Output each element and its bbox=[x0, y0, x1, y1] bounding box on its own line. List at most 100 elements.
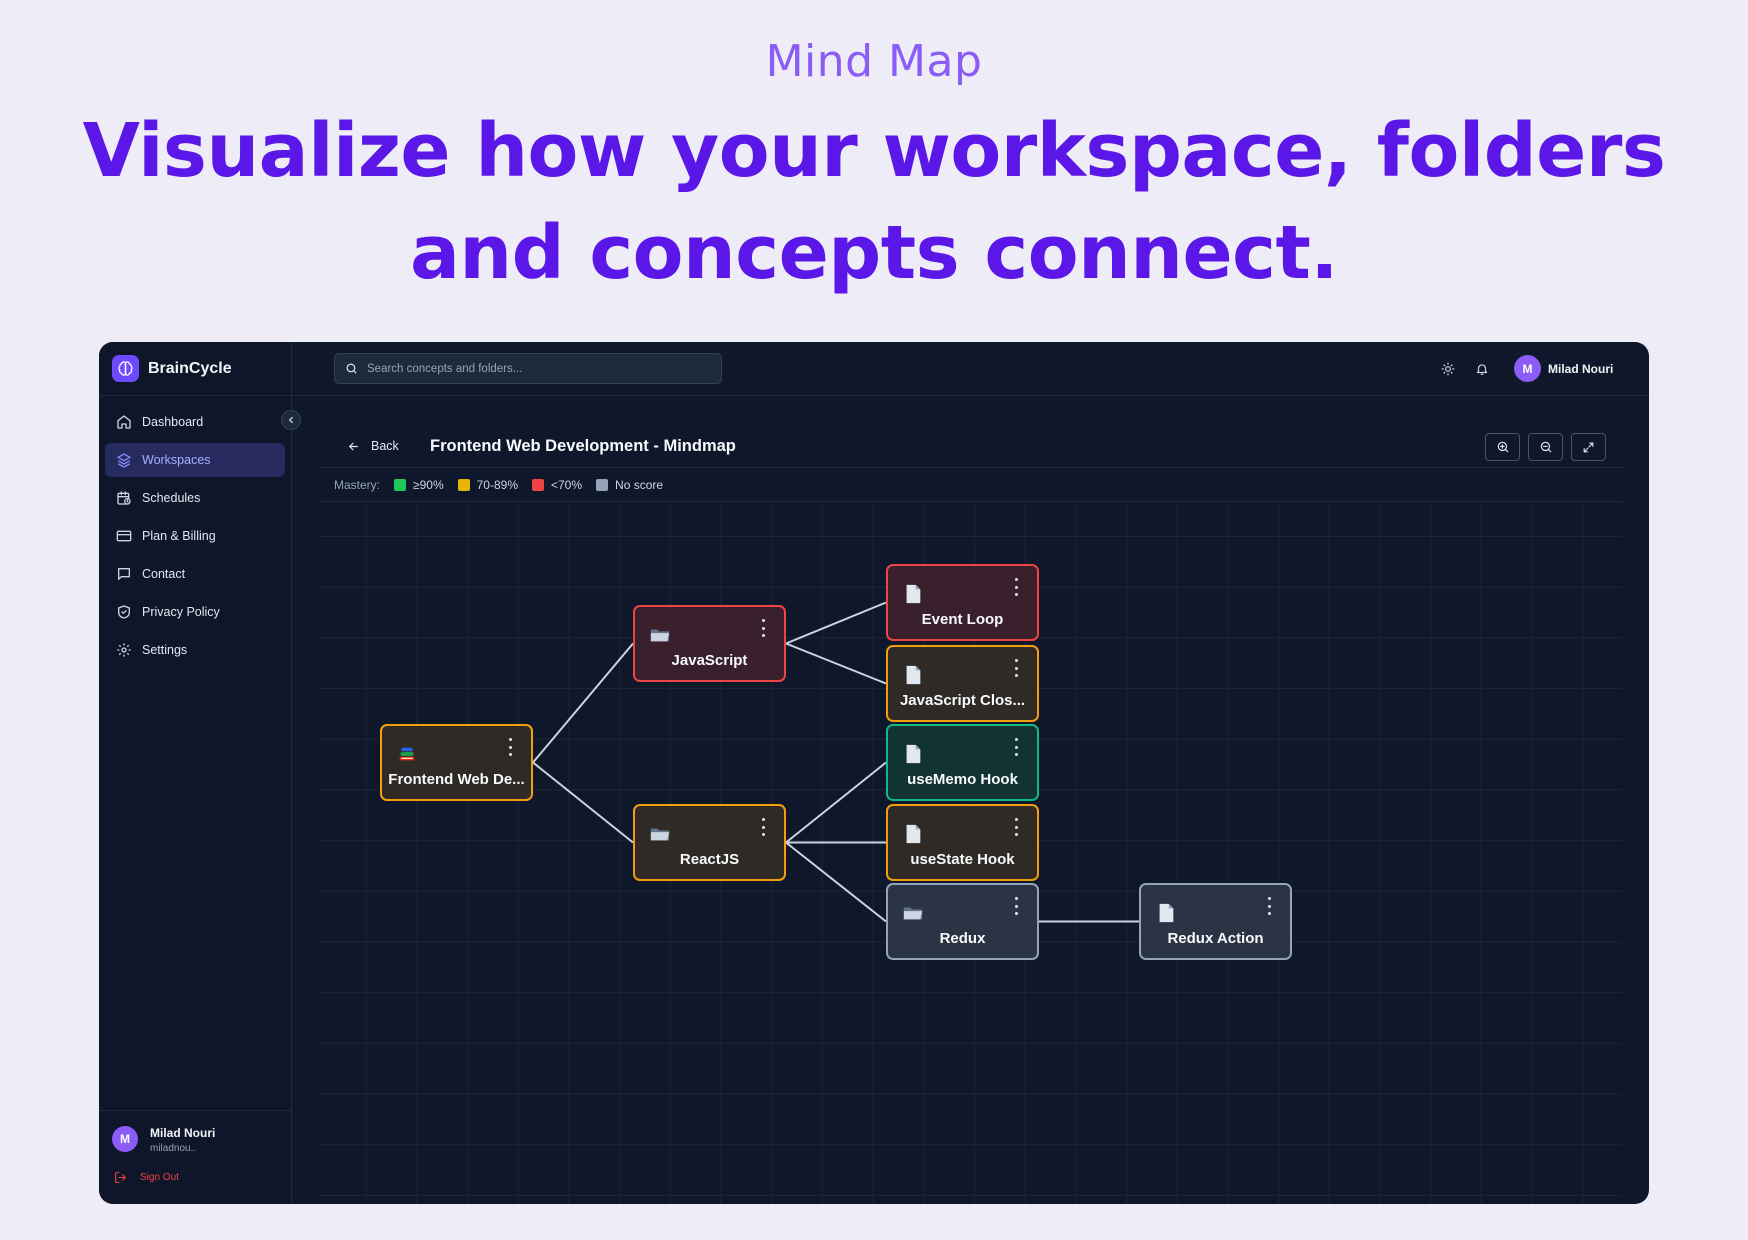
node-label: JavaScript Clos... bbox=[899, 692, 1026, 709]
bell-icon bbox=[1476, 364, 1488, 375]
edge-react-redux bbox=[785, 841, 887, 923]
mindmap-node-eventloop[interactable]: Event Loop bbox=[886, 564, 1039, 641]
user-menu[interactable]: M Milad Nouri bbox=[1514, 355, 1613, 382]
node-menu-icon[interactable] bbox=[1013, 659, 1019, 677]
document-icon bbox=[902, 583, 924, 605]
zoom-in-button[interactable] bbox=[1485, 433, 1520, 461]
avatar: M bbox=[1514, 355, 1541, 382]
sidebar-item-dashboard[interactable]: Dashboard bbox=[105, 405, 285, 439]
sidebar-item-contact[interactable]: Contact bbox=[105, 557, 285, 591]
sidebar-nav: Dashboard Workspaces Schedules Plan & Bi… bbox=[105, 405, 285, 671]
mastery-legend: Mastery: ≥90% 70-89% <70% No score bbox=[319, 469, 1622, 502]
node-label: Event Loop bbox=[921, 611, 1004, 628]
legend-item-high: ≥90% bbox=[394, 478, 444, 492]
notifications-button[interactable] bbox=[1474, 361, 1490, 377]
node-label: Frontend Web De... bbox=[388, 771, 525, 788]
sidebar-item-workspaces[interactable]: Workspaces bbox=[105, 443, 285, 477]
legend-label: No score bbox=[615, 478, 664, 492]
arrow-left-icon bbox=[348, 442, 358, 450]
calendar-clock-icon bbox=[117, 491, 131, 505]
node-label: Redux Action bbox=[1167, 930, 1264, 947]
legend-item-none: No score bbox=[596, 478, 663, 492]
document-icon bbox=[1155, 902, 1177, 924]
logout-icon bbox=[115, 1172, 127, 1183]
edge-root-react bbox=[532, 761, 634, 844]
topbar: M Milad Nouri bbox=[292, 342, 1649, 396]
app-window: BrainCycle Dashboard Workspaces Schedule… bbox=[99, 342, 1649, 1204]
back-label: Back bbox=[371, 439, 399, 453]
mindmap-node-js[interactable]: JavaScript bbox=[633, 605, 786, 682]
search-box[interactable] bbox=[334, 353, 722, 384]
sidebar-item-label: Contact bbox=[142, 567, 186, 581]
legend-item-low: <70% bbox=[532, 478, 582, 492]
node-label: JavaScript bbox=[671, 652, 748, 669]
legend-label: ≥90% bbox=[413, 478, 444, 492]
mindmap-node-closures[interactable]: JavaScript Clos... bbox=[886, 645, 1039, 722]
page-title: Frontend Web Development - Mindmap bbox=[430, 437, 736, 455]
search-icon bbox=[346, 363, 357, 374]
legend-label: 70-89% bbox=[476, 478, 518, 492]
sidebar-item-privacy-policy[interactable]: Privacy Policy bbox=[105, 595, 285, 629]
sidebar-item-label: Plan & Billing bbox=[142, 529, 216, 543]
hero-eyebrow: Mind Map bbox=[765, 36, 983, 87]
theme-toggle-button[interactable] bbox=[1440, 361, 1456, 377]
node-menu-icon[interactable] bbox=[1266, 897, 1272, 915]
node-label: Redux bbox=[939, 930, 986, 947]
sidebar-item-settings[interactable]: Settings bbox=[105, 633, 285, 667]
folder-icon bbox=[649, 624, 671, 646]
node-menu-icon[interactable] bbox=[760, 818, 766, 836]
edge-root-js bbox=[532, 642, 634, 764]
layers-icon bbox=[117, 453, 131, 468]
mindmap-node-root[interactable]: Frontend Web De... bbox=[380, 724, 533, 801]
home-icon bbox=[117, 415, 131, 429]
mindmap-canvas[interactable]: Frontend Web De... JavaScript ReactJS Event… bbox=[319, 504, 1622, 1204]
shield-check-icon bbox=[118, 605, 130, 619]
document-icon bbox=[902, 823, 924, 845]
mindmap-node-usememo[interactable]: useMemo Hook bbox=[886, 724, 1039, 801]
node-menu-icon[interactable] bbox=[1013, 897, 1019, 915]
sidebar-item-label: Workspaces bbox=[142, 453, 211, 467]
hero-headline: Visualize how your workspace, folders an… bbox=[82, 108, 1666, 296]
search-input[interactable] bbox=[367, 362, 707, 375]
node-menu-icon[interactable] bbox=[760, 619, 766, 637]
message-icon bbox=[118, 568, 130, 580]
zoom-out-button[interactable] bbox=[1528, 433, 1563, 461]
node-menu-icon[interactable] bbox=[1013, 578, 1019, 596]
collapse-sidebar-button[interactable] bbox=[281, 410, 301, 430]
brand-name: BrainCycle bbox=[148, 359, 232, 377]
node-label: useMemo Hook bbox=[907, 771, 1018, 788]
main-content: Back Frontend Web Development - Mindmap … bbox=[319, 396, 1622, 1204]
sign-out-button[interactable]: Sign Out bbox=[114, 1171, 179, 1184]
node-menu-icon[interactable] bbox=[1013, 738, 1019, 756]
user-name: Milad Nouri bbox=[1548, 361, 1614, 376]
mastery-label: Mastery: bbox=[334, 478, 381, 492]
sidebar-item-plan-billing[interactable]: Plan & Billing bbox=[105, 519, 285, 553]
zoom-in-icon bbox=[1497, 441, 1508, 453]
back-button[interactable]: Back bbox=[347, 439, 399, 453]
sidebar-item-schedules[interactable]: Schedules bbox=[105, 481, 285, 515]
mindmap-node-redux[interactable]: Redux bbox=[886, 883, 1039, 960]
zoom-out-icon bbox=[1540, 441, 1551, 453]
mindmap-node-reduxaction[interactable]: Redux Action bbox=[1139, 883, 1292, 960]
mindmap-node-usestate[interactable]: useState Hook bbox=[886, 804, 1039, 881]
sidebar-item-label: Schedules bbox=[142, 491, 201, 505]
mindmap-header: Back Frontend Web Development - Mindmap bbox=[319, 396, 1622, 468]
sidebar-item-label: Dashboard bbox=[142, 415, 204, 429]
node-menu-icon[interactable] bbox=[507, 738, 513, 756]
folder-icon bbox=[649, 823, 671, 845]
node-label: ReactJS bbox=[679, 851, 740, 868]
edge-react-usememo bbox=[785, 761, 887, 844]
document-icon bbox=[902, 664, 924, 686]
legend-item-mid: 70-89% bbox=[457, 478, 518, 492]
sun-icon bbox=[1441, 362, 1455, 376]
brand[interactable]: BrainCycle bbox=[99, 342, 292, 396]
document-icon bbox=[902, 743, 924, 765]
sidebar-user: M Milad Nouri miladnou...c... Sign Out bbox=[99, 1110, 292, 1204]
node-menu-icon[interactable] bbox=[1013, 818, 1019, 836]
edge-js-eventloop bbox=[785, 601, 887, 645]
expand-icon bbox=[1583, 442, 1594, 452]
sidebar-item-label: Settings bbox=[142, 643, 188, 657]
fullscreen-button[interactable] bbox=[1571, 433, 1606, 461]
avatar[interactable]: M bbox=[112, 1126, 138, 1152]
mindmap-node-react[interactable]: ReactJS bbox=[633, 804, 786, 881]
